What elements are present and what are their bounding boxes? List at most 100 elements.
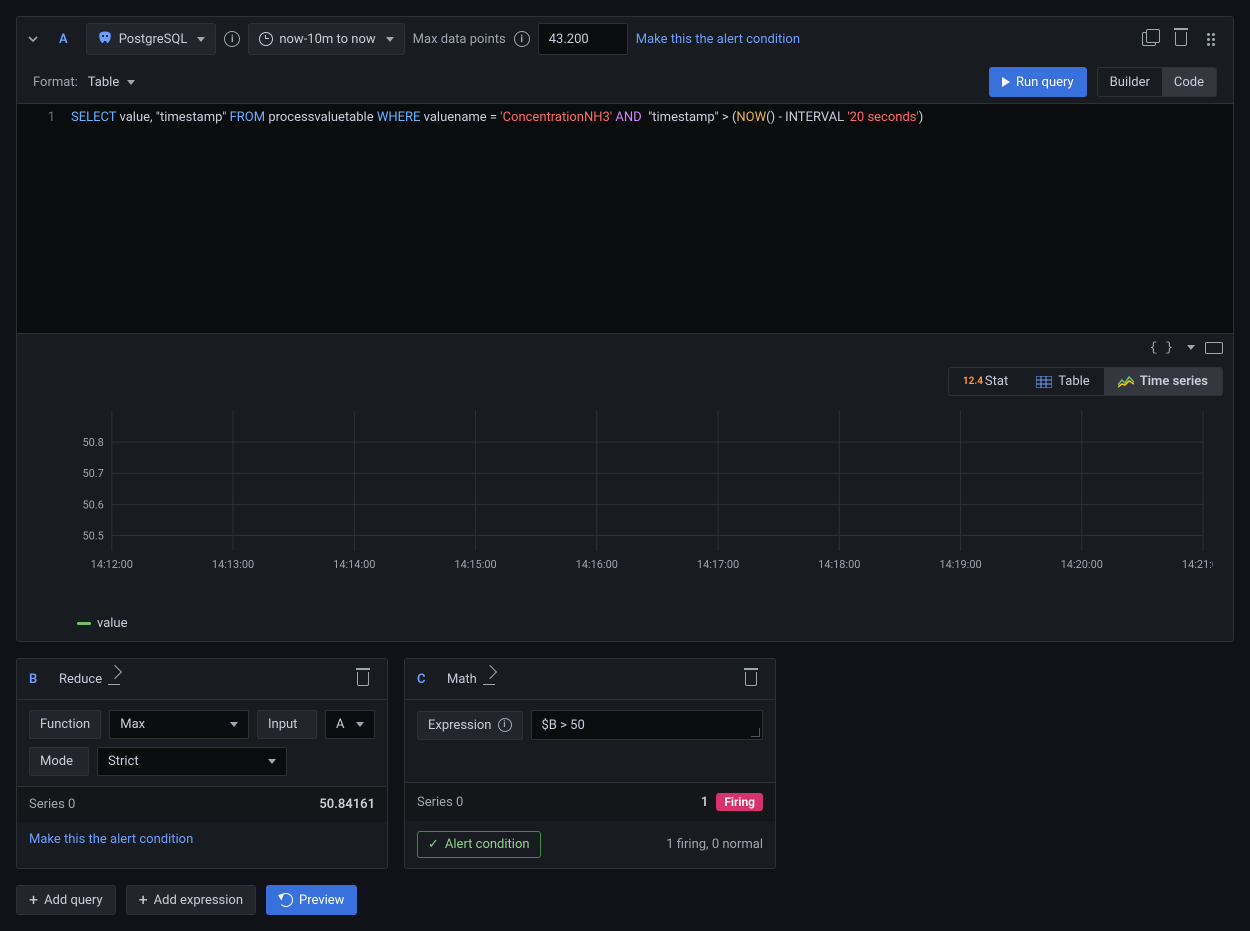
line-number: 1 [17,104,65,333]
svg-text:14:15:00: 14:15:00 [454,558,496,571]
chevron-down-icon [127,80,135,85]
visualization-tabs: 12.4 Stat Table Time series [17,361,1233,396]
expression-c-result: Series 0 1 Firing [405,782,775,821]
query-a-header: A PostgreSQL i now-10m to now Max data p… [17,17,1233,61]
format-select[interactable]: Table [88,75,135,90]
delete-query-button[interactable] [1169,27,1193,51]
legend-swatch [77,622,91,625]
check-icon: ✓ [428,837,439,852]
trash-icon [745,672,757,686]
firing-summary: 1 firing, 0 normal [666,837,763,852]
drag-handle[interactable] [1201,27,1225,51]
viz-tab-table[interactable]: Table [1022,368,1103,395]
series-value: 1 [701,795,708,810]
format-row: Format: Table Run query Builder Code [17,61,1233,103]
expression-b-card: B Reduce Function Max Input A [16,658,388,869]
format-label: Format: [33,75,78,90]
copy-query-button[interactable] [1137,27,1161,51]
refresh-icon [279,893,293,907]
delete-expression-button[interactable] [351,667,375,691]
make-alert-condition-link[interactable]: Make this the alert condition [636,32,800,47]
chevron-down-icon[interactable] [1187,345,1195,350]
firing-badge: Firing [716,793,763,811]
legend-label: value [97,616,128,631]
make-alert-condition-link[interactable]: Make this the alert condition [29,832,193,847]
viz-tab-stat[interactable]: 12.4 Stat [949,368,1022,395]
expression-b-header: B Reduce [17,659,387,700]
add-expression-button[interactable]: + Add expression [126,885,256,915]
sql-code: SELECT value, "timestamp" FROM processva… [65,104,923,333]
function-label: Function [29,710,101,739]
expression-type-button[interactable]: Math [447,672,495,687]
input-label: Input [257,710,317,739]
chevron-down-icon [230,722,238,727]
trash-icon [1175,32,1187,46]
mode-label: Mode [29,747,89,776]
run-query-button[interactable]: Run query [989,67,1087,97]
datasource-info-icon[interactable]: i [224,31,240,47]
svg-text:14:20:00: 14:20:00 [1061,558,1103,571]
svg-text:14:16:00: 14:16:00 [576,558,618,571]
run-query-label: Run query [1016,75,1074,90]
max-data-points-label: Max data points [413,32,506,47]
svg-text:14:14:00: 14:14:00 [333,558,375,571]
max-data-points-input[interactable]: 43.200 [538,23,628,55]
function-select[interactable]: Max [109,710,249,739]
stat-icon: 12.4 [963,376,979,388]
bottom-button-row: + Add query + Add expression Preview [16,885,1234,915]
postgresql-icon [97,31,113,47]
mode-select[interactable]: Strict [97,747,287,776]
expression-input[interactable]: $B > 50 [531,710,764,740]
builder-tab[interactable]: Builder [1098,68,1162,96]
svg-text:50.7: 50.7 [82,467,103,480]
editor-mode-toggle: Builder Code [1097,67,1217,97]
expression-label: Expression i [417,711,523,740]
svg-text:50.8: 50.8 [82,436,103,449]
svg-text:50.6: 50.6 [82,498,103,511]
keyboard-icon[interactable] [1205,342,1223,354]
format-value: Table [88,75,119,90]
trash-icon [357,672,369,686]
expression-c-card: C Math Expression i $B > 50 [404,658,776,869]
copy-icon [1142,32,1156,46]
query-a-panel: A PostgreSQL i now-10m to now Max data p… [16,16,1234,642]
grip-icon [1207,32,1219,46]
chevron-down-icon [268,759,276,764]
add-query-button[interactable]: + Add query [16,885,116,915]
brackets-icon[interactable]: { } [1150,340,1173,355]
chevron-down-icon [197,37,205,42]
time-range-value: now-10m to now [279,32,375,47]
expression-b-result: Series 0 50.84161 [17,786,387,822]
preview-button[interactable]: Preview [266,885,357,915]
alert-condition-badge: ✓ Alert condition [417,831,541,858]
code-tab[interactable]: Code [1162,68,1216,96]
pencil-icon [483,673,495,685]
datasource-picker[interactable]: PostgreSQL [86,23,217,55]
expression-c-header: C Math [405,659,775,700]
time-series-chart: 50.5 50.6 50.7 50.8 14:12:00 14:13:00 14:14:00… [17,396,1233,616]
svg-text:14:19:00: 14:19:00 [939,558,981,571]
svg-text:50.5: 50.5 [82,529,103,542]
editor-footer: { } [17,333,1233,361]
svg-text:14:21:00: 14:21:00 [1182,558,1213,571]
time-range-picker[interactable]: now-10m to now [248,23,404,55]
max-data-points-info-icon[interactable]: i [514,31,530,47]
timeseries-icon [1118,376,1134,388]
svg-text:14:18:00: 14:18:00 [818,558,860,571]
legend: value [17,616,1233,641]
svg-text:14:12:00: 14:12:00 [91,558,133,571]
input-select[interactable]: A [325,710,375,739]
series-value: 50.84161 [319,797,375,812]
query-ref-label: A [49,32,78,47]
collapse-icon[interactable] [25,31,41,47]
viz-tab-timeseries[interactable]: Time series [1104,368,1222,395]
datasource-name: PostgreSQL [119,32,188,47]
chevron-down-icon [386,37,394,42]
svg-text:14:13:00: 14:13:00 [212,558,254,571]
series-label: Series 0 [29,797,75,812]
delete-expression-button[interactable] [739,667,763,691]
sql-editor[interactable]: 1 SELECT value, "timestamp" FROM process… [17,103,1233,333]
expression-type-button[interactable]: Reduce [59,672,120,687]
info-icon[interactable]: i [498,718,512,732]
pencil-icon [108,673,120,685]
